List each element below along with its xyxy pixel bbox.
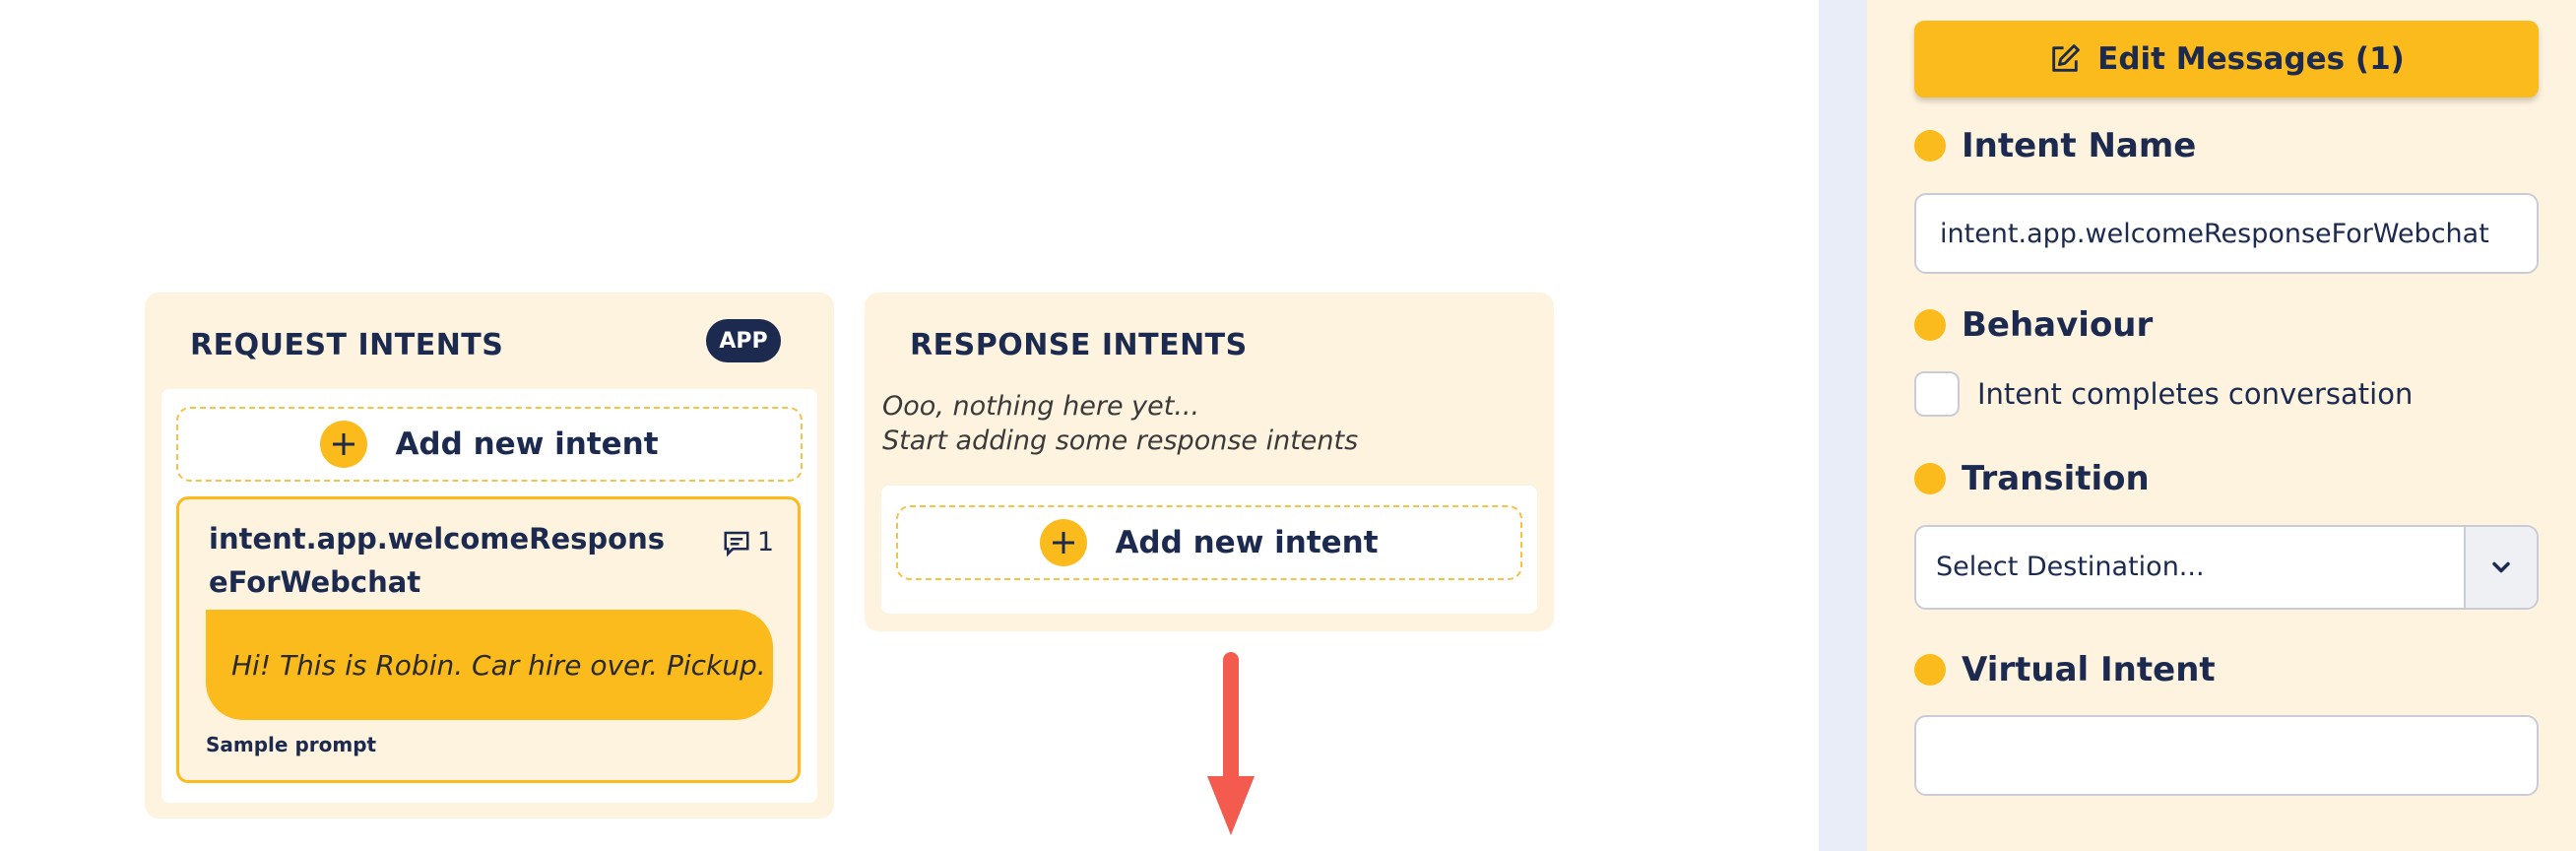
response-intents-list: Add new intent xyxy=(881,486,1537,614)
virtual-intent-input[interactable] xyxy=(1914,715,2539,796)
empty-state-text: Ooo, nothing here yet... Start adding so… xyxy=(882,389,1358,458)
bullet-dot xyxy=(1914,654,1946,686)
edit-icon xyxy=(2052,44,2081,72)
plus-icon xyxy=(320,421,368,468)
behaviour-label: Behaviour xyxy=(1914,305,2153,345)
request-intents-title: REQUEST INTENTS xyxy=(190,328,504,362)
request-intents-list: Add new intent intent.app.welcomeRespons… xyxy=(161,389,817,803)
intent-name-label: Intent Name xyxy=(1914,126,2196,165)
intent-card-name: intent.app.welcomeResponseForWebchat xyxy=(209,522,665,599)
virtual-intent-label-text: Virtual Intent xyxy=(1962,650,2216,689)
chevron-down-icon[interactable] xyxy=(2464,527,2537,608)
intent-name-label-text: Intent Name xyxy=(1962,126,2197,165)
empty-state-line-1: Ooo, nothing here yet... xyxy=(882,391,1200,422)
transition-select-value: Select Destination... xyxy=(1936,552,2205,582)
completes-conversation-label: Intent completes conversation xyxy=(1977,377,2414,411)
edit-messages-button[interactable]: Edit Messages (1) xyxy=(1914,21,2539,98)
sample-prompt-caption: Sample prompt xyxy=(206,733,377,756)
add-intent-label: Add new intent xyxy=(1115,525,1379,560)
virtual-intent-label: Virtual Intent xyxy=(1914,650,2216,689)
add-response-intent-button[interactable]: Add new intent xyxy=(896,505,1522,580)
sample-prompt-bubble: Hi! This is Robin. Car hire over. Pickup… xyxy=(206,610,773,720)
intent-settings-panel: Edit Messages (1) Intent Name Behaviour … xyxy=(1867,0,2576,851)
transition-label: Transition xyxy=(1914,459,2150,498)
response-intents-column: RESPONSE INTENTS Ooo, nothing here yet..… xyxy=(865,293,1554,631)
edit-messages-label: Edit Messages (1) xyxy=(2097,41,2405,77)
message-count[interactable]: 1 xyxy=(722,527,774,557)
message-count-value: 1 xyxy=(756,527,774,557)
behaviour-label-text: Behaviour xyxy=(1962,305,2154,345)
add-intent-label: Add new intent xyxy=(395,426,659,462)
message-icon xyxy=(724,531,749,556)
panel-divider xyxy=(1819,0,1867,851)
intent-card[interactable]: intent.app.welcomeResponseForWebchat 1 H… xyxy=(176,496,801,783)
completes-conversation-checkbox[interactable] xyxy=(1914,371,1960,417)
add-request-intent-button[interactable]: Add new intent xyxy=(176,407,803,482)
empty-state-line-2: Start adding some response intents xyxy=(882,426,1359,456)
plus-icon xyxy=(1040,519,1088,566)
down-arrow-icon xyxy=(1207,652,1255,835)
bullet-dot xyxy=(1914,309,1946,341)
bullet-dot xyxy=(1914,463,1946,494)
completes-conversation-row: Intent completes conversation xyxy=(1914,371,2413,417)
transition-label-text: Transition xyxy=(1962,459,2150,498)
request-intents-column: REQUEST INTENTS APP Add new intent inten… xyxy=(145,293,834,818)
transition-select[interactable]: Select Destination... xyxy=(1914,525,2539,610)
bullet-dot xyxy=(1914,130,1946,162)
response-intents-title: RESPONSE INTENTS xyxy=(910,328,1248,362)
app-badge: APP xyxy=(706,319,781,362)
intent-name-input[interactable] xyxy=(1914,193,2539,274)
